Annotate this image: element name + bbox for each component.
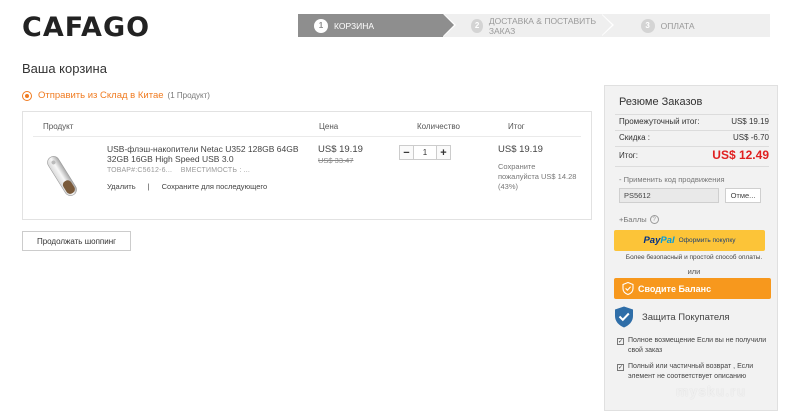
line-total: US$ 19.19 <box>498 144 543 155</box>
pay-with-balance-button[interactable]: Сводите Баланс <box>614 278 771 299</box>
qty-minus-button[interactable]: − <box>399 145 414 160</box>
warehouse-radio[interactable] <box>22 90 32 101</box>
qty-plus-button[interactable]: + <box>436 145 451 160</box>
paypal-note: Более безопасный и простой способ оплаты… <box>625 254 763 261</box>
product-actions: Удалить | Сохраните для последующего <box>107 182 267 191</box>
discount-value: US$ -6.70 <box>732 133 769 142</box>
shield-check-icon <box>622 282 634 295</box>
order-summary: Резюме Заказов Промежуточный итог: US$ 1… <box>604 85 778 411</box>
buyer-protection-shield-icon <box>615 306 633 328</box>
old-price: US$ 33.47 <box>318 156 354 165</box>
product-capacity: ВМЕСТИМОСТЬ : ... <box>180 167 251 174</box>
continue-shopping-button[interactable]: Продолжать шоппинг <box>22 231 131 251</box>
quantity-stepper: − 1 + <box>399 145 451 160</box>
header-product: Продукт <box>43 122 74 131</box>
points-label: +Баллы <box>619 215 647 224</box>
protection-text: Полный или частичный возврат , Если элем… <box>628 363 754 380</box>
savings-text: Сохраните пожалуйста US$ 14.28 (43%) <box>498 162 577 191</box>
total-value: US$ 12.49 <box>712 148 769 162</box>
qty-input[interactable]: 1 <box>414 145 436 160</box>
watermark: mysku.ru <box>676 383 747 399</box>
product-meta: ТОВАР#:C5612-6... ВМЕСТИМОСТЬ : ... <box>107 167 250 174</box>
protection-item: ✓ Полное возмещение Если вы не получили … <box>617 336 767 356</box>
paypal-checkout-button[interactable]: Pay Pal Оформить покупку <box>614 230 765 251</box>
save-for-later-link[interactable]: Сохраните для последующего <box>162 182 268 191</box>
step-cart: 1 КОРЗИНА <box>298 14 457 37</box>
product-count: (1 Продукт) <box>167 91 210 100</box>
paypal-logo-pay: Pay <box>643 235 661 246</box>
unit-price: US$ 19.19 <box>318 144 363 155</box>
checkmark-icon: ✓ <box>617 364 624 371</box>
promo-label: - Применить код продвижения <box>619 175 725 184</box>
promo-cancel-button[interactable]: Отме... <box>725 188 761 203</box>
cart-table: Продукт Цена Количество Итог USB-флэш-на… <box>22 111 592 220</box>
step-label: ОПЛАТА <box>660 20 695 31</box>
warehouse-option[interactable]: Отправить из Склад в Китае (1 Продукт) <box>22 90 210 101</box>
discount-label: Скидка : <box>619 133 650 142</box>
header-price: Цена <box>319 122 339 131</box>
subtotal-row: Промежуточный итог: US$ 19.19 <box>619 117 769 126</box>
checkmark-icon: ✓ <box>617 338 624 345</box>
discount-row: Скидка : US$ -6.70 <box>619 133 769 142</box>
step-payment: 3 ОПЛАТА <box>600 14 770 37</box>
separator: | <box>147 182 150 191</box>
protection-item: ✓ Полный или частичный возврат , Если эл… <box>617 362 767 382</box>
buyer-protection-title: Защита Покупателя <box>642 311 730 323</box>
usb-drive-image[interactable] <box>45 152 79 200</box>
step-shipping: 2 ДОСТАВКА & ПОСТАВИТЬ ЗАКАЗ <box>443 14 614 37</box>
step-label: ДОСТАВКА & ПОСТАВИТЬ ЗАКАЗ <box>488 15 597 36</box>
subtotal-label: Промежуточный итог: <box>619 117 700 126</box>
subtotal-value: US$ 19.19 <box>731 117 769 126</box>
step-number: 3 <box>640 18 655 33</box>
product-sku: ТОВАР#:C5612-6... <box>107 167 173 174</box>
or-separator: или <box>687 267 701 276</box>
warehouse-label: Отправить из Склад в Китае <box>38 90 164 101</box>
checkout-steps: 1 КОРЗИНА 2 ДОСТАВКА & ПОСТАВИТЬ ЗАКАЗ 3… <box>298 14 770 37</box>
help-icon[interactable]: ? <box>649 215 659 224</box>
total-label: Итог: <box>619 151 638 160</box>
remove-link[interactable]: Удалить <box>107 182 136 191</box>
protection-text: Полное возмещение Если вы не получили св… <box>628 337 767 354</box>
step-number: 2 <box>471 18 483 33</box>
header-total: Итог <box>508 122 525 131</box>
header-quantity: Количество <box>417 122 460 131</box>
total-row: Итог: US$ 12.49 <box>619 148 769 162</box>
balance-label: Сводите Баланс <box>638 283 712 294</box>
paypal-logo-pal: Pal <box>660 235 675 246</box>
page-title: Ваша корзина <box>22 61 107 76</box>
buyer-protection: Защита Покупателя <box>614 306 730 328</box>
points-row[interactable]: +Баллы ? <box>619 215 659 224</box>
product-name-link[interactable]: USB-флэш-накопители Netac U352 128GB 64G… <box>107 144 307 164</box>
step-number: 1 <box>314 18 328 33</box>
step-label: КОРЗИНА <box>334 20 375 31</box>
cafago-logo[interactable]: CAFAGO <box>22 12 150 43</box>
promo-code-input[interactable]: PS5612 <box>619 188 719 203</box>
summary-title: Резюме Заказов <box>619 96 703 108</box>
paypal-label: Оформить покупку <box>678 237 736 244</box>
